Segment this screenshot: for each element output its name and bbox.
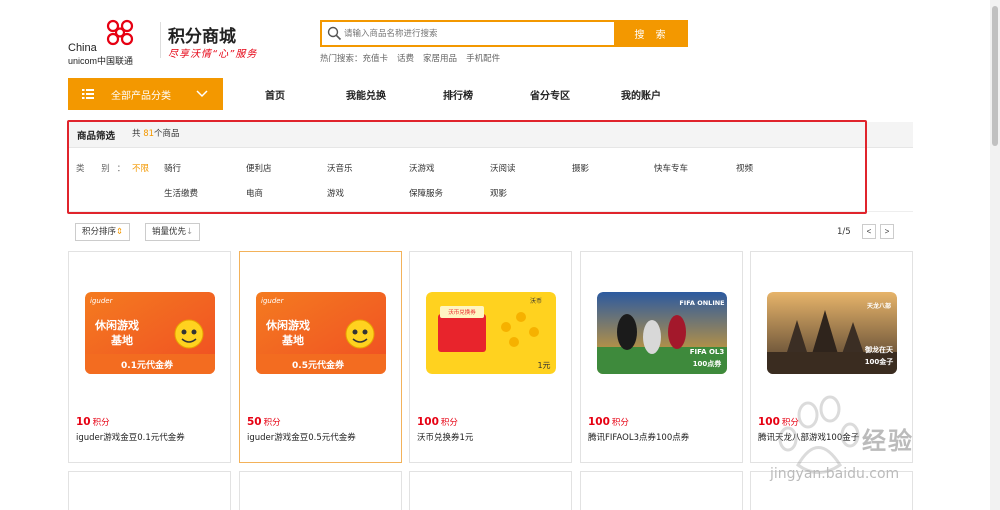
product-card[interactable]	[68, 471, 231, 510]
product-brand-text: iguder	[90, 297, 114, 305]
logo-divider	[160, 22, 161, 58]
product-image-fifa-voucher[interactable]: FIFA ONLINE FIFA OL3 100点券	[597, 292, 727, 374]
product-image-subtitle: 基地	[281, 333, 304, 347]
hot-keyword-phone-accessories[interactable]: 手机配件	[466, 54, 500, 64]
product-image-iguder-coupon[interactable]: iguder 休闲游戏 基地 0.5元代金券	[256, 292, 386, 374]
logo-text-unicom: unicom中国联通	[68, 56, 134, 66]
sort-arrows-icon: ⇕	[116, 227, 124, 237]
product-image-value: 0.5元代金券	[292, 359, 345, 371]
nav-province-zone[interactable]: 省分专区	[530, 87, 570, 102]
page-indicator: 1/5	[837, 227, 851, 237]
all-categories-menu[interactable]: 全部产品分类	[68, 78, 223, 110]
product-card[interactable]: iguder 休闲游戏 基地 0.5元代金券 50 积分 iguder游戏金豆0.…	[239, 251, 402, 463]
search-box	[320, 20, 616, 47]
nav-ranking[interactable]: 排行榜	[443, 87, 473, 102]
product-image-value: 100金子	[865, 357, 894, 366]
watermark-text: 经验	[862, 427, 914, 455]
product-name[interactable]: iguder游戏金豆0.1元代金券	[76, 431, 185, 443]
product-name[interactable]: iguder游戏金豆0.5元代金券	[247, 431, 356, 443]
product-image-iguder-coupon[interactable]: iguder 休闲游戏 基地 0.1元代金券	[85, 292, 215, 374]
product-name[interactable]: 腾讯FIFAOL3点券100点券	[588, 431, 689, 443]
product-image-game-gold[interactable]: 天龙八部 御龙在天 100金子	[767, 292, 897, 374]
product-card[interactable]: 沃币 沃币兑换券 1元 100 积分 沃币兑换券1元	[409, 251, 572, 463]
product-image-value: 100点券	[693, 359, 723, 368]
product-price: 100 积分	[588, 416, 629, 428]
product-image-subtitle: 基地	[110, 333, 133, 347]
chevron-down-icon	[196, 90, 208, 98]
product-image-wo-coin-voucher[interactable]: 沃币 沃币兑换券 1元	[426, 292, 556, 374]
product-card[interactable]: iguder 休闲游戏 基地 0.1元代金券 10 积分 iguder游戏金豆0.…	[68, 251, 231, 463]
search-icon	[327, 26, 342, 41]
product-brand-text: 天龙八部	[867, 302, 891, 310]
product-image-value: 0.1元代金券	[121, 359, 174, 371]
hot-keyword-recharge-card[interactable]: 充值卡	[363, 54, 389, 64]
hot-keyword-phone-bill[interactable]: 话费	[397, 54, 414, 64]
all-categories-label: 全部产品分类	[111, 91, 171, 102]
nav-i-can-redeem[interactable]: 我能兑换	[346, 87, 386, 102]
hot-keyword-home-goods[interactable]: 家居用品	[423, 54, 457, 64]
hot-search-label: 热门搜索：	[320, 54, 363, 64]
product-price: 50 积分	[247, 416, 281, 428]
sort-bar: 积分排序⇕ 销量优先↓ 1/5 < >	[69, 220, 913, 244]
search-input[interactable]	[344, 24, 612, 43]
product-image-title: 御龙在天	[864, 345, 894, 354]
list-icon	[82, 89, 94, 99]
sort-by-points-button[interactable]: 积分排序⇕	[75, 223, 131, 241]
mall-title: 积分商城	[168, 27, 236, 47]
product-image-title: 休闲游戏	[94, 318, 139, 332]
product-image-title: 休闲游戏	[265, 318, 310, 332]
search-button[interactable]: 搜 索	[616, 20, 688, 47]
product-price: 10 积分	[76, 416, 110, 428]
product-card[interactable]: FIFA ONLINE FIFA OL3 100点券 100 积分 腾讯FIFAO…	[580, 251, 743, 463]
arrow-down-icon: ↓	[186, 227, 194, 237]
nav-my-account[interactable]: 我的账户	[621, 87, 661, 102]
hot-search-bar: 热门搜索：充值卡 话费 家居用品 手机配件	[320, 52, 509, 64]
product-card[interactable]	[580, 471, 743, 510]
product-card[interactable]	[409, 471, 572, 510]
product-image-value: 1元	[537, 361, 550, 370]
filter-highlight-outline	[67, 120, 867, 214]
sort-by-sales-button[interactable]: 销量优先↓	[145, 223, 201, 241]
page-scrollbar[interactable]	[990, 0, 1000, 510]
logo-text-china: China	[68, 42, 97, 54]
product-name[interactable]: 沃币兑换券1元	[417, 431, 473, 443]
watermark-url: jingyan.baidu.com	[770, 466, 900, 482]
next-page-button[interactable]: >	[880, 224, 894, 239]
prev-page-button[interactable]: <	[862, 224, 876, 239]
scrollbar-thumb[interactable]	[992, 6, 998, 146]
product-brand-text: iguder	[261, 297, 285, 305]
mall-slogan: 尽享沃情“心”服务	[168, 49, 258, 60]
unicom-knot-icon	[106, 19, 134, 46]
main-nav: 全部产品分类 首页 我能兑换 排行榜 省分专区 我的账户	[68, 78, 914, 110]
product-card[interactable]	[239, 471, 402, 510]
nav-home[interactable]: 首页	[265, 87, 285, 102]
product-brand-text: 沃币	[530, 297, 542, 305]
product-brand-text: FIFA ONLINE	[679, 299, 724, 307]
unicom-logo[interactable]: China unicom中国联通	[68, 18, 142, 66]
product-price: 100 积分	[417, 416, 458, 428]
product-image-title: FIFA OL3	[690, 348, 725, 356]
product-image-title: 沃币兑换券	[448, 308, 476, 316]
